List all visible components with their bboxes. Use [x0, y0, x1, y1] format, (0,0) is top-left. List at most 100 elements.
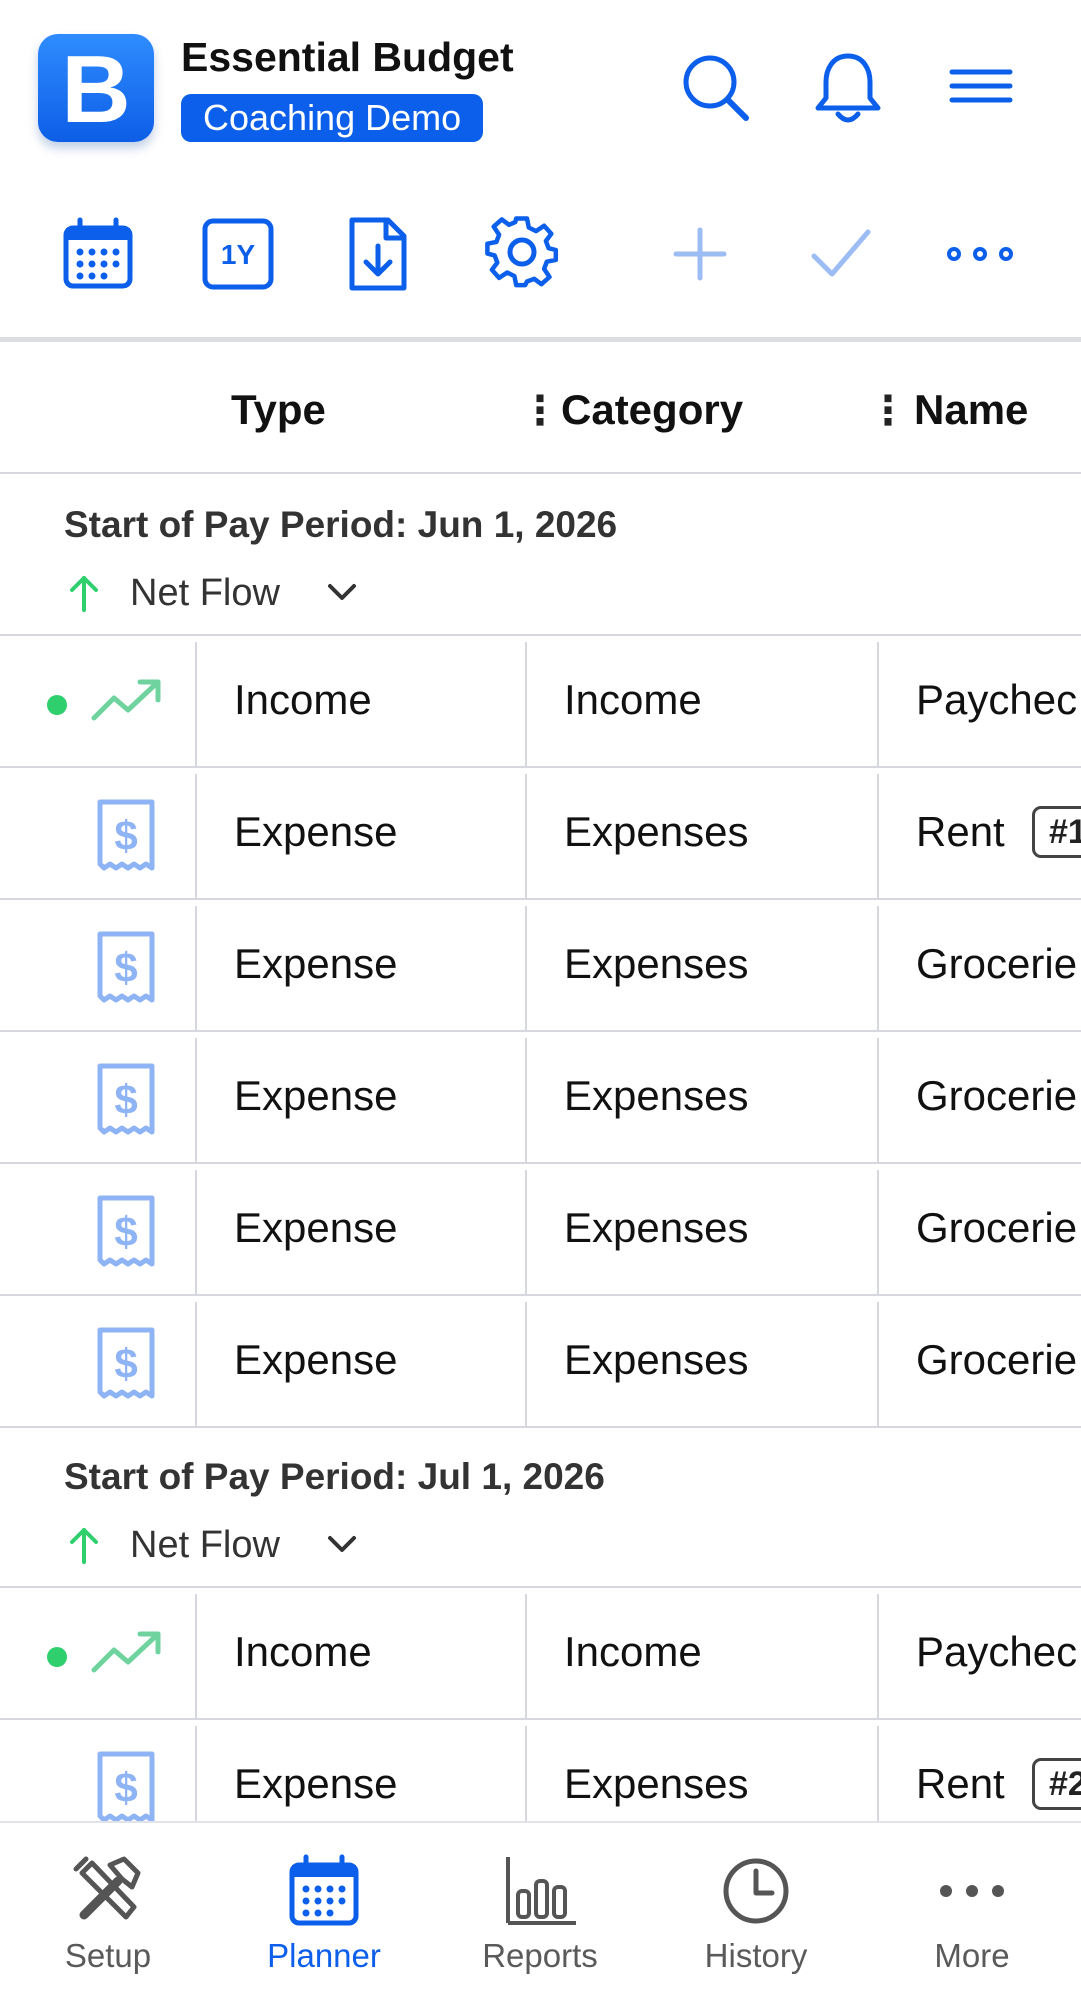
cell-category: Expenses: [564, 808, 749, 855]
cell-divider: [525, 1170, 527, 1294]
tab-label: Reports: [482, 1937, 598, 1974]
download-file-icon[interactable]: [338, 214, 418, 294]
cell-type: Expense: [234, 1072, 398, 1119]
status-dot: [47, 695, 67, 715]
receipt-dollar-icon: $: [96, 1750, 156, 1831]
clock-icon: [716, 1851, 796, 1931]
svg-text:$: $: [114, 812, 137, 859]
bell-icon[interactable]: [810, 48, 886, 128]
cell-name: Grocerie: [916, 940, 1078, 987]
table-row[interactable]: Income Income Paychec: [0, 1588, 1081, 1720]
cell-category: Income: [564, 676, 702, 723]
checkmark-icon[interactable]: [800, 214, 880, 294]
arrow-up-icon: [64, 570, 104, 619]
pay-period-header: Start of Pay Period: Jun 1, 2026 Net Flow: [0, 476, 1081, 636]
cell-divider: [195, 1594, 197, 1718]
cell-divider: [877, 1594, 879, 1718]
tab-history[interactable]: History: [648, 1823, 864, 1999]
calendar-icon: [284, 1851, 364, 1931]
net-flow-label: Net Flow: [130, 1524, 280, 1566]
status-dot: [47, 1647, 67, 1667]
chevron-down-icon: [324, 1526, 360, 1567]
cell-divider: [195, 774, 197, 898]
table-column-header: Type ⋮ Category ⋮ Name: [0, 342, 1081, 474]
tab-planner[interactable]: Planner: [216, 1823, 432, 1999]
column-resize-handle[interactable]: ⋮: [868, 388, 908, 434]
svg-text:1Y: 1Y: [221, 239, 256, 270]
arrow-up-icon: [64, 1522, 104, 1571]
trending-up-icon: [88, 672, 168, 737]
tools-icon: [68, 1851, 148, 1931]
table-row[interactable]: $ Expense Expenses Grocerie: [0, 900, 1081, 1032]
cell-type: Expense: [234, 808, 398, 855]
receipt-dollar-icon: $: [96, 798, 156, 879]
receipt-dollar-icon: $: [96, 1326, 156, 1407]
cell-divider: [525, 906, 527, 1030]
one-year-icon[interactable]: 1Y: [198, 214, 278, 294]
cell-divider: [877, 642, 879, 766]
cell-category: Expenses: [564, 1336, 749, 1383]
app-header: B Essential Budget Coaching Demo: [0, 0, 1081, 180]
app-logo: B: [38, 34, 154, 142]
cell-divider: [877, 774, 879, 898]
svg-text:B: B: [61, 36, 130, 142]
cell-type: Expense: [234, 1204, 398, 1251]
cell-divider: [195, 1038, 197, 1162]
table-row[interactable]: $ Expense Expenses Grocerie: [0, 1032, 1081, 1164]
menu-icon[interactable]: [944, 48, 1020, 128]
occurrence-tag: #2: [1032, 1758, 1081, 1810]
receipt-dollar-icon: $: [96, 930, 156, 1011]
cell-divider: [525, 774, 527, 898]
cell-divider: [877, 1302, 879, 1426]
cell-divider: [877, 1038, 879, 1162]
cell-name: Rent: [916, 1760, 1005, 1807]
pay-period-title: Start of Pay Period: Jun 1, 2026: [64, 504, 618, 545]
table-row[interactable]: $ Expense Expenses Grocerie: [0, 1296, 1081, 1428]
cell-divider: [195, 642, 197, 766]
cell-name: Grocerie: [916, 1204, 1078, 1251]
receipt-dollar-icon: $: [96, 1062, 156, 1143]
occurrence-tag: #1: [1032, 806, 1081, 858]
tab-label: History: [704, 1937, 808, 1974]
column-resize-handle[interactable]: ⋮: [520, 388, 560, 434]
bar-chart-icon: [500, 1851, 580, 1931]
cell-category: Expenses: [564, 940, 749, 987]
plus-icon[interactable]: [660, 214, 740, 294]
svg-text:$: $: [114, 1340, 137, 1387]
table-row[interactable]: $ Expense Expenses Grocerie: [0, 1164, 1081, 1296]
column-header-type[interactable]: Type: [231, 386, 326, 434]
table-row[interactable]: Income Income Paychec: [0, 636, 1081, 768]
cell-divider: [195, 906, 197, 1030]
cell-divider: [195, 1302, 197, 1426]
column-header-category[interactable]: Category: [561, 386, 743, 434]
svg-text:$: $: [114, 1764, 137, 1811]
tab-label: Setup: [64, 1937, 152, 1974]
cell-divider: [525, 1302, 527, 1426]
bottom-tab-bar: Setup Planner Reports History More: [0, 1821, 1081, 1999]
more-icon[interactable]: [940, 214, 1020, 294]
cell-name: Paychec: [916, 1628, 1078, 1675]
cell-category: Expenses: [564, 1204, 749, 1251]
tab-label: Planner: [267, 1937, 381, 1974]
trending-up-icon: [88, 1624, 168, 1689]
cell-name: Grocerie: [916, 1336, 1078, 1383]
tab-more[interactable]: More: [864, 1823, 1080, 1999]
svg-text:$: $: [114, 944, 137, 991]
coaching-demo-badge[interactable]: Coaching Demo: [181, 94, 484, 142]
pay-period-header: Start of Pay Period: Jul 1, 2026 Net Flow: [0, 1428, 1081, 1588]
tab-reports[interactable]: Reports: [432, 1823, 648, 1999]
tab-setup[interactable]: Setup: [0, 1823, 216, 1999]
chevron-down-icon: [324, 574, 360, 615]
cell-type: Expense: [234, 940, 398, 987]
cell-category: Expenses: [564, 1760, 749, 1807]
more-icon: [932, 1851, 1012, 1931]
table-row[interactable]: $ Expense Expenses Rent #1: [0, 768, 1081, 900]
svg-text:$: $: [114, 1208, 137, 1255]
gear-icon[interactable]: [482, 214, 562, 294]
search-icon[interactable]: [678, 48, 754, 128]
column-header-name[interactable]: Name: [914, 386, 1028, 434]
cell-category: Expenses: [564, 1072, 749, 1119]
cell-category: Income: [564, 1628, 702, 1675]
calendar-icon[interactable]: [58, 214, 138, 294]
cell-type: Expense: [234, 1336, 398, 1383]
